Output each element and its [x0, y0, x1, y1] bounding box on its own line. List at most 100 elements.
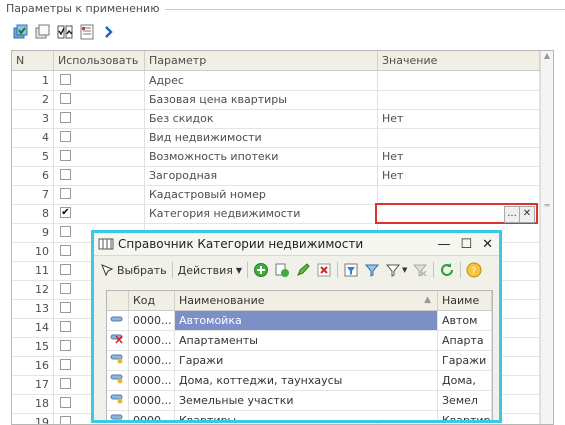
- code-cell[interactable]: 0000...: [129, 351, 175, 370]
- use-checkbox[interactable]: [60, 226, 71, 237]
- param-cell[interactable]: Базовая цена квартиры: [145, 90, 378, 109]
- table-row[interactable]: 5 Возможность ипотеки Нет: [12, 147, 540, 167]
- name-cell[interactable]: Квартиры: [175, 411, 438, 420]
- use-checkbox[interactable]: [60, 245, 71, 256]
- name2-cell[interactable]: Земел: [438, 391, 492, 410]
- use-checkbox[interactable]: [60, 188, 71, 199]
- name-cell[interactable]: Гаражи: [175, 351, 438, 370]
- col-value-header[interactable]: Значение: [378, 51, 540, 70]
- value-cell[interactable]: Нет: [378, 147, 540, 166]
- use-checkbox[interactable]: ✔: [60, 207, 71, 218]
- param-cell[interactable]: Возможность ипотеки: [145, 147, 378, 166]
- param-cell[interactable]: Вид недвижимости: [145, 128, 378, 147]
- use-checkbox[interactable]: [60, 131, 71, 142]
- param-cell[interactable]: Адрес: [145, 71, 378, 90]
- list-item[interactable]: 0000... Земельные участки Земел: [107, 391, 492, 411]
- table-row[interactable]: 6 Загородная Нет: [12, 166, 540, 186]
- use-checkbox[interactable]: [60, 416, 71, 424]
- value-cell[interactable]: Нет: [378, 109, 540, 128]
- use-checkbox[interactable]: [60, 169, 71, 180]
- actions-menu[interactable]: Действия ▼: [178, 264, 242, 277]
- name2-cell[interactable]: Апарта: [438, 331, 492, 350]
- value-cell[interactable]: [378, 90, 540, 109]
- copy-icon[interactable]: [274, 262, 290, 278]
- scroll-thumb[interactable]: ═: [541, 201, 553, 213]
- help-icon[interactable]: ?: [466, 262, 482, 278]
- list-item[interactable]: 0000... Автомойка Автом: [107, 311, 492, 331]
- scroll-up-icon[interactable]: ▲: [541, 51, 553, 65]
- use-checkbox[interactable]: [60, 264, 71, 275]
- close-button[interactable]: ✕: [482, 237, 493, 252]
- uncheck-all-icon[interactable]: [34, 23, 52, 41]
- use-checkbox[interactable]: [60, 359, 71, 370]
- table-row[interactable]: 7 Кадастровый номер: [12, 185, 540, 205]
- param-cell[interactable]: Загородная: [145, 166, 378, 185]
- clear-filter-icon[interactable]: [412, 262, 428, 278]
- use-checkbox[interactable]: [60, 112, 71, 123]
- use-checkbox[interactable]: [60, 340, 71, 351]
- use-checkbox[interactable]: [60, 74, 71, 85]
- minimize-button[interactable]: —: [437, 237, 450, 252]
- value-cell[interactable]: [378, 128, 540, 147]
- code-cell[interactable]: 0000...: [129, 311, 175, 330]
- use-checkbox[interactable]: [60, 378, 71, 389]
- name-cell[interactable]: Дома, коттеджи, таунхаусы: [175, 371, 438, 390]
- value-cell[interactable]: [378, 71, 540, 90]
- name-cell[interactable]: Автомойка: [175, 311, 438, 330]
- use-checkbox[interactable]: [60, 397, 71, 408]
- name2-cell[interactable]: Дома,: [438, 371, 492, 390]
- maximize-button[interactable]: ☐: [460, 237, 472, 252]
- list-item[interactable]: 0000... Дома, коттеджи, таунхаусы Дома,: [107, 371, 492, 391]
- select-value-button[interactable]: ...: [504, 206, 520, 223]
- add-icon[interactable]: [253, 262, 269, 278]
- col-code-header[interactable]: Код: [129, 291, 175, 310]
- name2-cell[interactable]: Гаражи: [438, 351, 492, 370]
- param-cell[interactable]: Без скидок: [145, 109, 378, 128]
- name-cell[interactable]: Апартаменты: [175, 331, 438, 350]
- icon-cell: [107, 371, 129, 390]
- col-name2-header[interactable]: Наиме: [438, 291, 492, 310]
- value-cell[interactable]: [378, 185, 540, 204]
- use-checkbox[interactable]: [60, 321, 71, 332]
- col-n-header[interactable]: N: [12, 51, 54, 70]
- invert-selection-icon[interactable]: [56, 23, 74, 41]
- filter-history-icon[interactable]: [385, 262, 401, 278]
- table-row[interactable]: 4 Вид недвижимости: [12, 128, 540, 148]
- check-all-icon[interactable]: [12, 23, 30, 41]
- code-cell[interactable]: 0000...: [129, 331, 175, 350]
- name2-cell[interactable]: Автом: [438, 311, 492, 330]
- refresh-icon[interactable]: [439, 262, 455, 278]
- col-param-header[interactable]: Параметр: [145, 51, 378, 70]
- delete-icon[interactable]: [316, 262, 332, 278]
- col-use-header[interactable]: Использовать: [54, 51, 145, 70]
- value-cell[interactable]: Нет: [378, 166, 540, 185]
- params-scrollbar[interactable]: ▲ ═: [540, 51, 553, 424]
- list-item[interactable]: 0000... Апартаменты Апарта: [107, 331, 492, 351]
- param-cell[interactable]: Кадастровый номер: [145, 185, 378, 204]
- col-name-header[interactable]: Наименование ▲: [175, 291, 438, 310]
- name-cell[interactable]: Земельные участки: [175, 391, 438, 410]
- use-checkbox[interactable]: [60, 283, 71, 294]
- chevron-right-icon[interactable]: [100, 23, 118, 41]
- filter-by-value-icon[interactable]: [364, 262, 380, 278]
- list-item[interactable]: 0000... Гаражи Гаражи: [107, 351, 492, 371]
- param-cell[interactable]: Категория недвижимости: [145, 204, 378, 223]
- filter-settings-icon[interactable]: [343, 262, 359, 278]
- chevron-down-icon[interactable]: ▼: [402, 266, 407, 274]
- value-edit-field[interactable]: ... ✕: [375, 203, 538, 224]
- table-row[interactable]: 2 Базовая цена квартиры: [12, 90, 540, 110]
- document-list-icon[interactable]: [78, 23, 96, 41]
- table-row[interactable]: 1 Адрес: [12, 71, 540, 91]
- edit-icon[interactable]: [295, 262, 311, 278]
- clear-value-button[interactable]: ✕: [519, 206, 535, 223]
- use-checkbox[interactable]: [60, 93, 71, 104]
- list-item[interactable]: 0000...КвартирыКвартиры: [107, 411, 492, 420]
- table-row[interactable]: 3 Без скидок Нет: [12, 109, 540, 129]
- use-checkbox[interactable]: [60, 150, 71, 161]
- code-cell[interactable]: 0000...: [129, 411, 175, 420]
- use-checkbox[interactable]: [60, 302, 71, 313]
- code-cell[interactable]: 0000...: [129, 391, 175, 410]
- select-button[interactable]: Выбрать: [100, 263, 167, 277]
- code-cell[interactable]: 0000...: [129, 371, 175, 390]
- name2-cell[interactable]: Квартиры: [438, 411, 492, 420]
